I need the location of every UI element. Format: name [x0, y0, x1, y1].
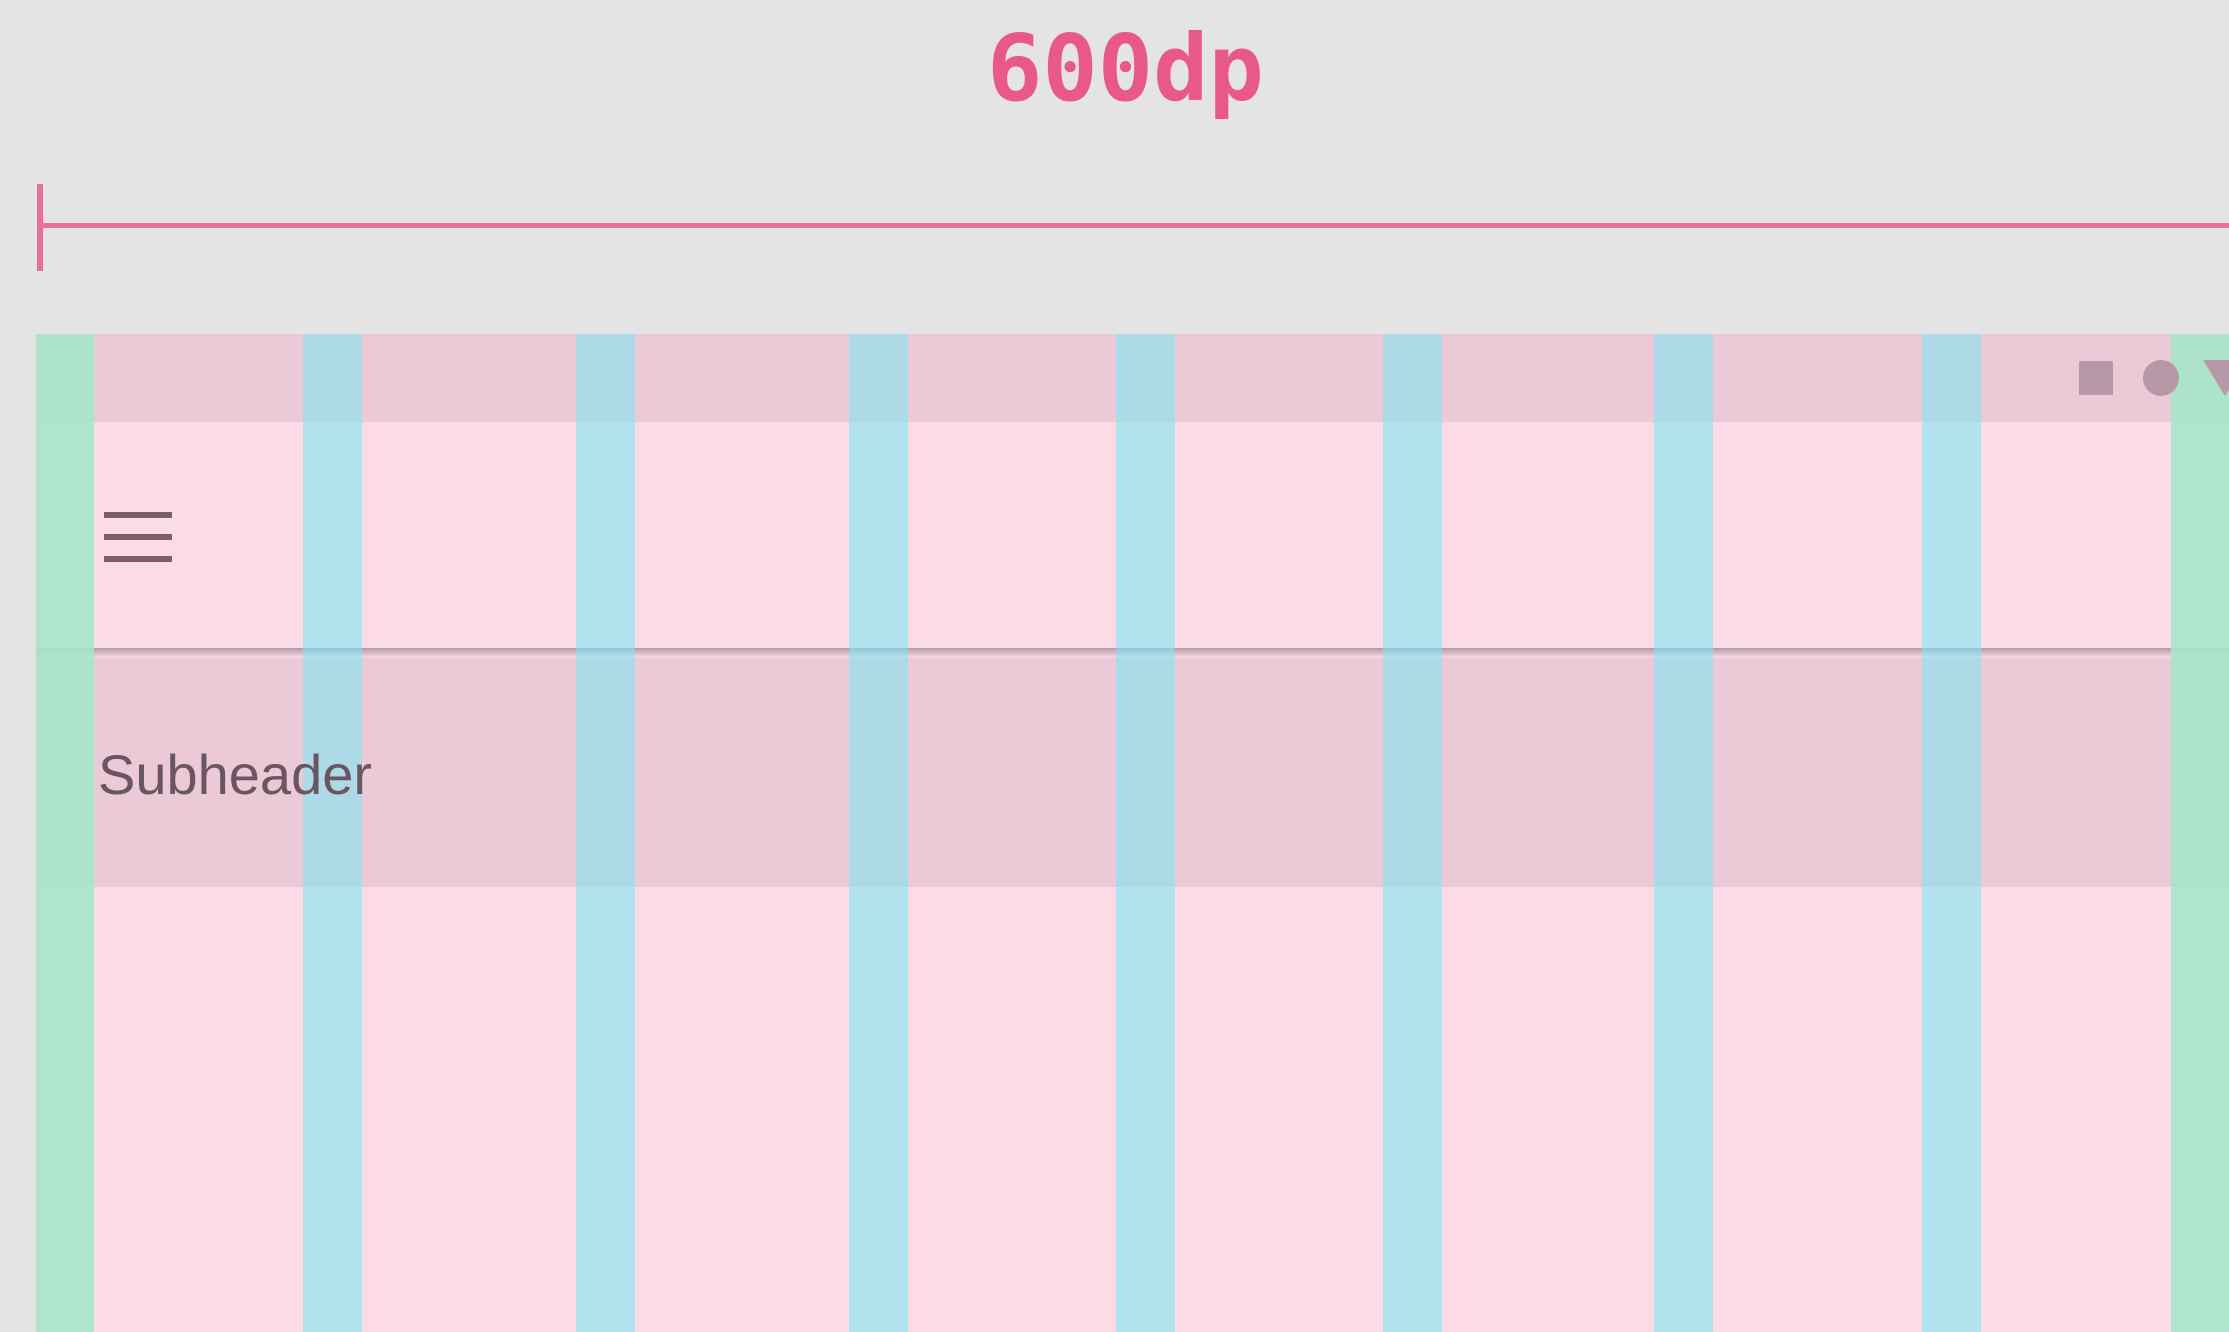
gutter	[1654, 334, 1713, 1332]
gutter	[849, 334, 908, 1332]
diagram-canvas: 600dp Subheader	[0, 0, 2229, 1332]
status-icons	[2079, 356, 2229, 400]
right-margin	[2171, 334, 2229, 1332]
gutter	[1383, 334, 1442, 1332]
left-margin	[36, 334, 94, 1332]
device-screen: Subheader	[36, 334, 2229, 1332]
width-measurement-label: 600dp	[987, 15, 1264, 122]
square-icon	[2079, 361, 2113, 395]
width-measurement-line	[38, 223, 2229, 228]
gutter	[1922, 334, 1981, 1332]
subheader: Subheader	[98, 743, 373, 806]
menu-icon[interactable]	[104, 512, 172, 562]
gutter	[576, 334, 635, 1332]
circle-icon	[2143, 360, 2179, 396]
gutter	[1116, 334, 1175, 1332]
gutter	[303, 334, 362, 1332]
triangle-icon	[2203, 360, 2229, 396]
